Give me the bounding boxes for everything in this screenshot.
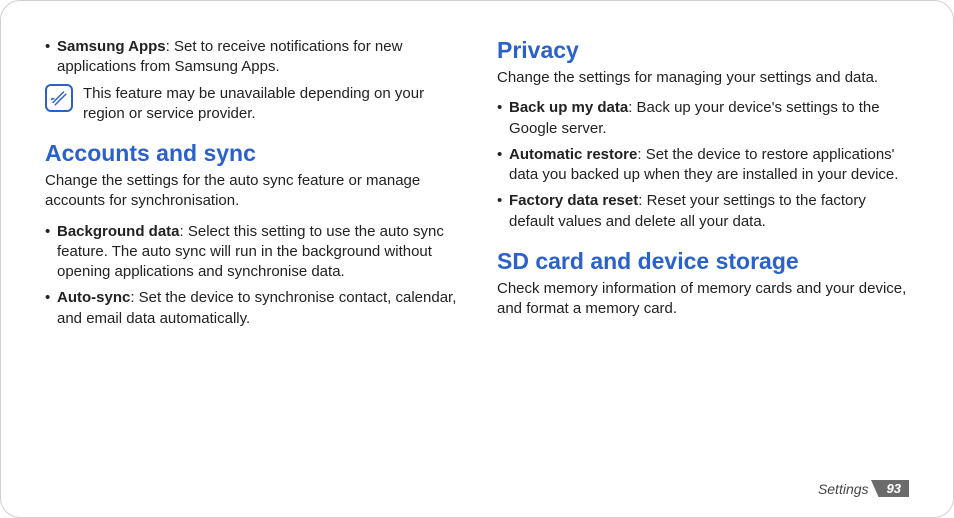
bullet-text: Back up my data: Back up your device's s… xyxy=(509,98,909,139)
bullet-text: Background data: Select this setting to … xyxy=(57,222,457,283)
bullet-background-data: • Background data: Select this setting t… xyxy=(45,222,457,283)
heading-privacy: Privacy xyxy=(497,37,909,64)
bullet-label: Auto-sync xyxy=(57,289,130,306)
bullet-factory-reset: • Factory data reset: Reset your setting… xyxy=(497,191,909,232)
bullet-dot: • xyxy=(45,37,57,78)
bullet-dot: • xyxy=(497,145,509,186)
bullet-text: Samsung Apps: Set to receive notificatio… xyxy=(57,37,457,78)
note-text: This feature may be unavailable dependin… xyxy=(83,84,457,125)
bullet-backup-data: • Back up my data: Back up your device's… xyxy=(497,98,909,139)
bullet-label: Back up my data xyxy=(509,99,628,116)
intro-sd-card: Check memory information of memory cards… xyxy=(497,279,909,320)
footer-section-label: Settings xyxy=(818,481,869,497)
bullet-dot: • xyxy=(45,288,57,329)
bullet-label: Factory data reset xyxy=(509,192,638,209)
bullet-dot: • xyxy=(45,222,57,283)
bullet-text: Auto-sync: Set the device to synchronise… xyxy=(57,288,457,329)
bullet-text: Factory data reset: Reset your settings … xyxy=(509,191,909,232)
note-box: This feature may be unavailable dependin… xyxy=(45,84,457,125)
bullet-label: Background data xyxy=(57,223,180,240)
bullet-samsung-apps: • Samsung Apps: Set to receive notificat… xyxy=(45,37,457,78)
intro-accounts-sync: Change the settings for the auto sync fe… xyxy=(45,171,457,212)
heading-sd-card: SD card and device storage xyxy=(497,248,909,275)
page-footer: Settings 93 xyxy=(818,480,909,497)
bullet-label: Samsung Apps xyxy=(57,38,166,55)
bullet-dot: • xyxy=(497,191,509,232)
page-number: 93 xyxy=(879,480,909,497)
bullet-dot: • xyxy=(497,98,509,139)
bullet-automatic-restore: • Automatic restore: Set the device to r… xyxy=(497,145,909,186)
bullet-auto-sync: • Auto-sync: Set the device to synchroni… xyxy=(45,288,457,329)
bullet-text: Automatic restore: Set the device to res… xyxy=(509,145,909,186)
bullet-label: Automatic restore xyxy=(509,146,637,163)
intro-privacy: Change the settings for managing your se… xyxy=(497,68,909,88)
heading-accounts-sync: Accounts and sync xyxy=(45,140,457,167)
note-icon xyxy=(45,84,73,112)
page-body: • Samsung Apps: Set to receive notificat… xyxy=(1,1,953,441)
